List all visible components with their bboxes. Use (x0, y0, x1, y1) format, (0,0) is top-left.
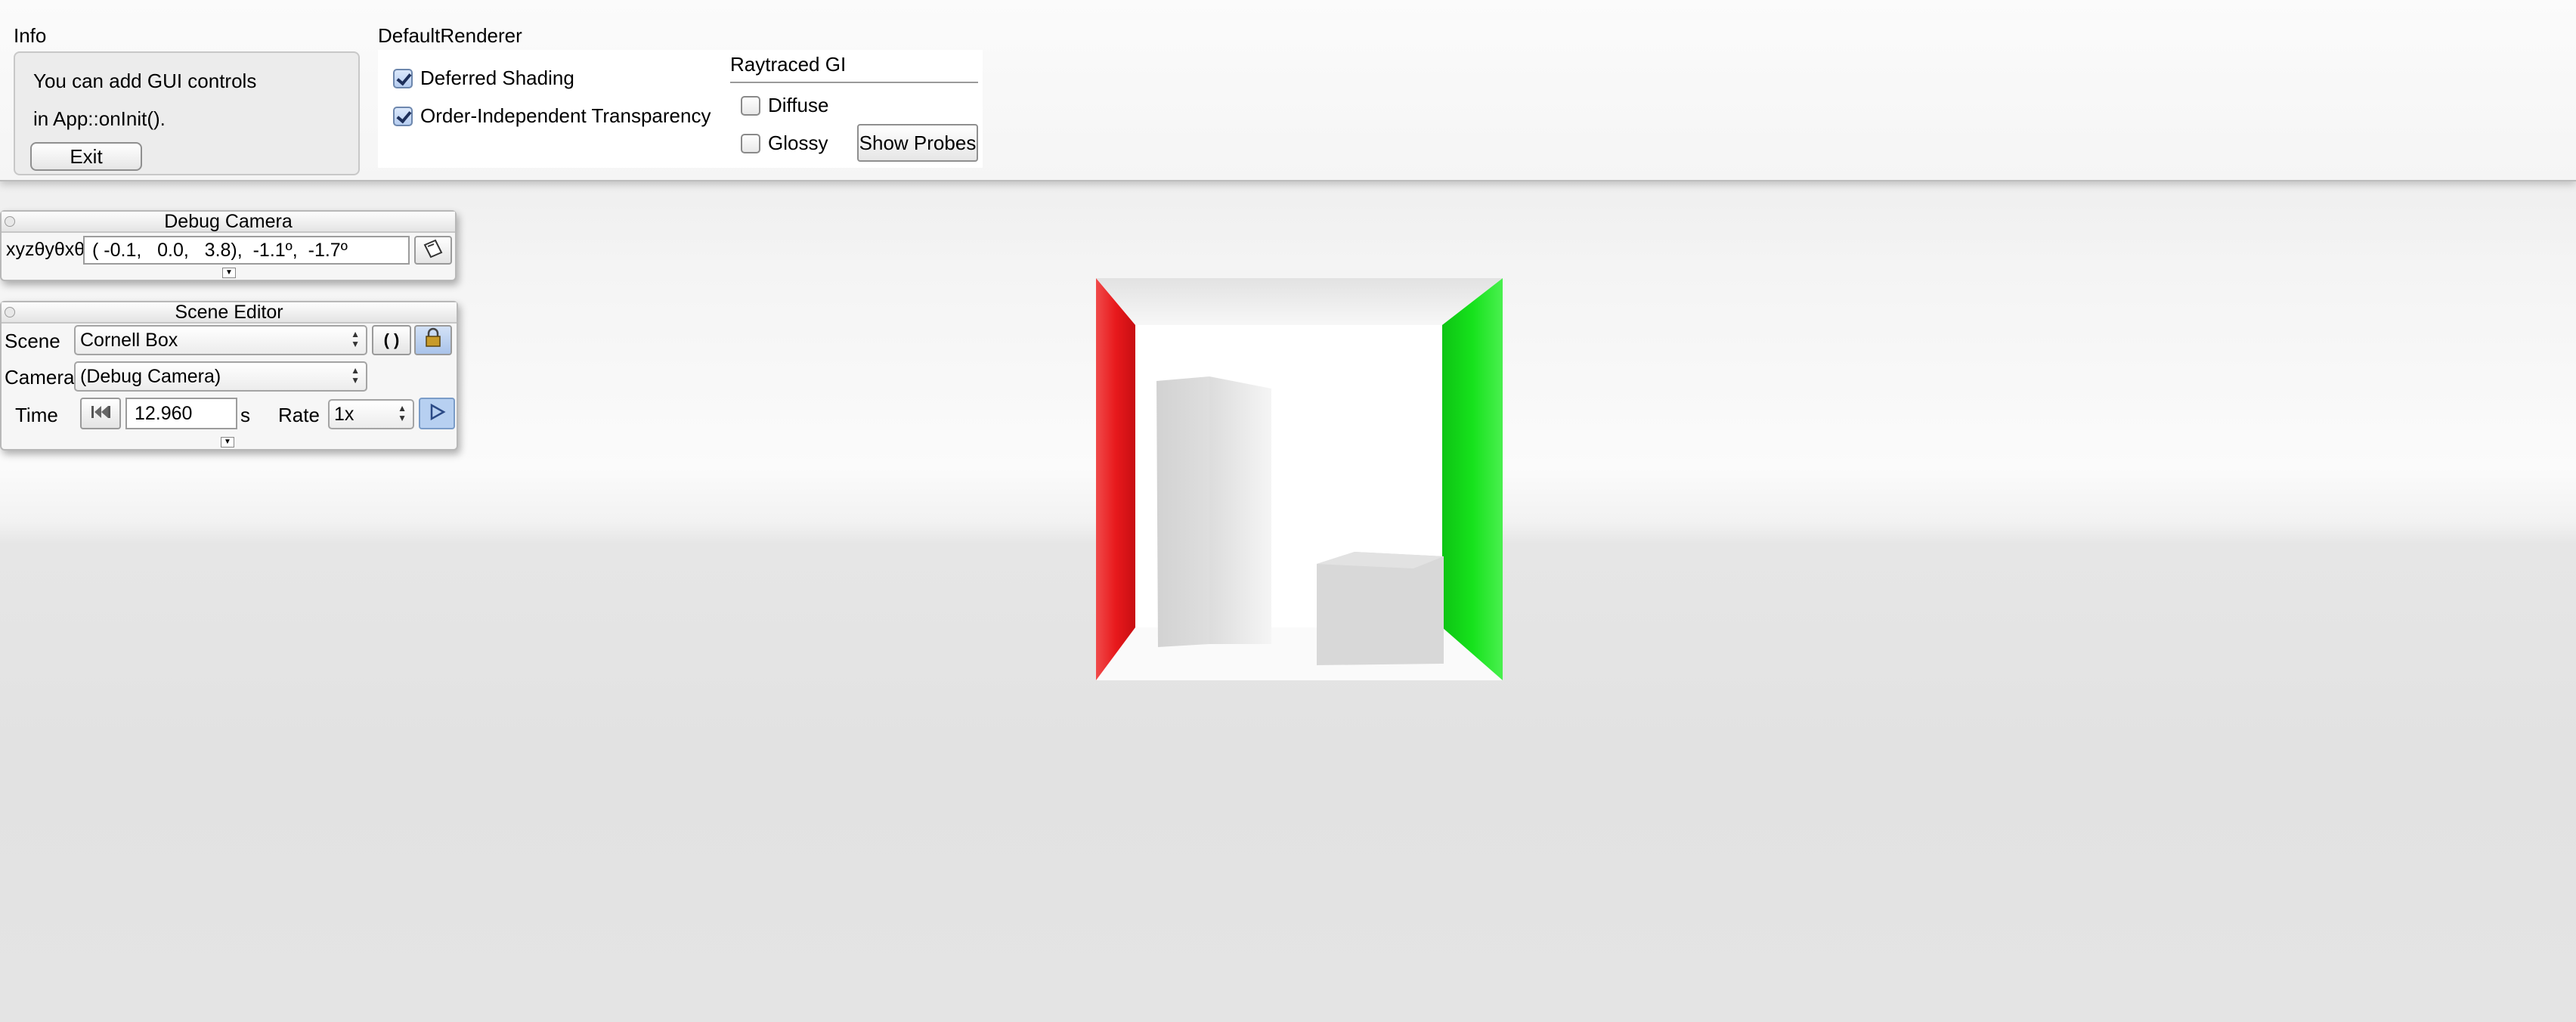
reload-scene-button[interactable]: ( ) (372, 325, 411, 355)
cornell-box-render (1096, 278, 1503, 680)
info-text-line1: You can add GUI controls (33, 70, 257, 92)
scene-dropdown[interactable]: Cornell Box ▲ ▼ (74, 325, 367, 355)
scene-editor-window: Scene Editor Scene Cornell Box ▲ ▼ ( ) Ca… (0, 301, 458, 451)
tall-block-side (1209, 376, 1271, 644)
info-text-line2: in App::onInit(). (33, 107, 166, 130)
info-pane-title: Info (14, 24, 47, 47)
camera-copy-button[interactable] (414, 236, 452, 265)
debug-camera-title[interactable]: Debug Camera (2, 212, 455, 233)
tall-block (1156, 376, 1209, 647)
dropdown-arrows-icon: ▲ ▼ (351, 329, 360, 349)
time-unit-label: s (240, 404, 250, 426)
collapse-arrow-icon[interactable]: ▼ (222, 268, 236, 278)
camera-dropdown-value: (Debug Camera) (80, 366, 221, 387)
diffuse-checkbox[interactable]: Diffuse (741, 94, 828, 117)
rate-dropdown-value: 1x (334, 404, 355, 425)
glossy-label: Glossy (768, 132, 828, 154)
lock-button[interactable] (414, 325, 452, 355)
renderer-pane-title: DefaultRenderer (378, 24, 522, 47)
close-icon[interactable] (5, 307, 15, 317)
deferred-shading-checkbox[interactable]: Deferred Shading (393, 67, 574, 90)
dropdown-arrows-icon: ▲ ▼ (398, 403, 407, 423)
rewind-icon (91, 406, 110, 418)
rate-label: Rate (278, 404, 320, 426)
red-wall (1096, 278, 1135, 680)
diffuse-label: Diffuse (768, 94, 829, 116)
checkbox-unchecked-icon (741, 133, 760, 153)
time-field[interactable]: 12.960 (125, 398, 237, 429)
raytraced-gi-title: Raytraced GI (730, 53, 978, 83)
lock-icon (426, 327, 441, 347)
oit-checkbox[interactable]: Order-Independent Transparency (393, 104, 711, 128)
dropdown-arrows-icon: ▲ ▼ (351, 365, 360, 386)
clipboard-icon (423, 239, 443, 259)
time-label: Time (15, 404, 58, 426)
scene-editor-title[interactable]: Scene Editor (2, 302, 457, 324)
rewind-button[interactable] (80, 398, 121, 429)
play-icon (430, 403, 446, 421)
camera-dropdown[interactable]: (Debug Camera) ▲ ▼ (74, 361, 367, 392)
scene-label: Scene (5, 330, 60, 352)
camera-coord-label: xyzθyθxθz (6, 239, 94, 260)
close-icon[interactable] (5, 216, 15, 227)
exit-button[interactable]: Exit (30, 142, 142, 171)
collapse-arrow-icon[interactable]: ▼ (221, 437, 234, 448)
glossy-checkbox[interactable]: Glossy (741, 132, 828, 155)
rate-dropdown[interactable]: 1x ▲ ▼ (328, 399, 414, 429)
oit-label: Order-Independent Transparency (420, 104, 711, 127)
scene-dropdown-value: Cornell Box (80, 330, 178, 351)
deferred-shading-label: Deferred Shading (420, 67, 574, 89)
camera-label: Camera (5, 366, 75, 389)
checkbox-checked-icon (393, 106, 413, 126)
show-probes-button[interactable]: Show Probes (857, 124, 978, 162)
green-wall (1442, 278, 1503, 680)
checkbox-checked-icon (393, 68, 413, 88)
short-block (1317, 552, 1444, 665)
checkbox-unchecked-icon (741, 95, 760, 116)
info-pane: You can add GUI controls in App::onInit(… (14, 51, 360, 175)
play-button[interactable] (419, 398, 455, 429)
ceiling (1096, 278, 1503, 325)
top-gui-panel: Info You can add GUI controls in App::on… (0, 0, 2576, 181)
debug-camera-window: Debug Camera xyzθyθxθz ( -0.1, 0.0, 3.8)… (0, 210, 457, 281)
camera-coord-field[interactable]: ( -0.1, 0.0, 3.8), -1.1º, -1.7º (83, 236, 410, 265)
